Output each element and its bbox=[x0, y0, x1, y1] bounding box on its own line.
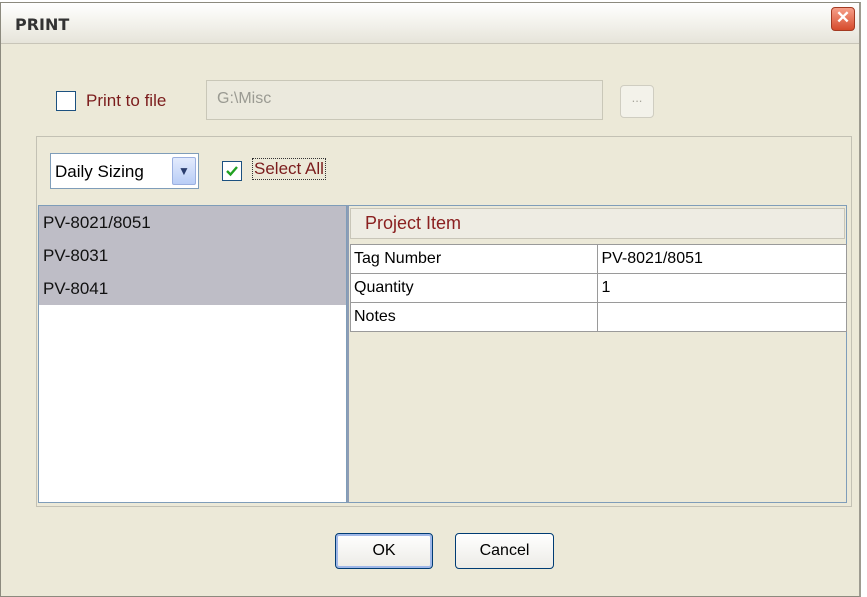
print-to-file-label[interactable]: Print to file bbox=[86, 91, 166, 111]
property-value[interactable] bbox=[597, 302, 847, 332]
property-row-notes: Notes bbox=[349, 302, 847, 332]
select-all-label[interactable]: Select All bbox=[252, 158, 326, 180]
property-row-tag-number: Tag Number PV-8021/8051 bbox=[349, 244, 847, 274]
select-all-checkbox[interactable] bbox=[222, 161, 242, 181]
chevron-down-icon[interactable]: ▼ bbox=[172, 157, 196, 185]
ok-button[interactable]: OK bbox=[335, 533, 433, 569]
property-name: Notes bbox=[349, 302, 599, 332]
property-value[interactable]: 1 bbox=[597, 273, 847, 303]
dialog-title: PRINT bbox=[15, 15, 70, 34]
property-panel-title: Project Item bbox=[350, 208, 845, 239]
report-type-select[interactable]: Daily Sizing ▼ bbox=[50, 153, 199, 189]
check-icon bbox=[226, 166, 238, 177]
property-row-quantity: Quantity 1 bbox=[349, 273, 847, 303]
title-bar: PRINT ✕ bbox=[1, 3, 859, 44]
list-item[interactable]: PV-8031 bbox=[39, 239, 346, 272]
close-icon[interactable]: ✕ bbox=[831, 7, 855, 31]
cancel-button[interactable]: Cancel bbox=[455, 533, 554, 569]
print-dialog: PRINT ✕ Print to file G:\Misc ... Daily … bbox=[0, 0, 867, 597]
property-grid: Tag Number PV-8021/8051 Quantity 1 Notes bbox=[349, 244, 847, 332]
print-to-file-checkbox[interactable] bbox=[56, 91, 76, 111]
property-panel: Project Item Tag Number PV-8021/8051 Qua… bbox=[347, 205, 847, 503]
property-name: Quantity bbox=[349, 273, 599, 303]
report-type-value: Daily Sizing bbox=[55, 162, 144, 181]
property-name: Tag Number bbox=[349, 244, 599, 274]
item-list[interactable]: PV-8021/8051 PV-8031 PV-8041 bbox=[38, 205, 347, 503]
file-path-input[interactable]: G:\Misc bbox=[206, 80, 603, 120]
list-item[interactable]: PV-8041 bbox=[39, 272, 346, 305]
list-item[interactable]: PV-8021/8051 bbox=[39, 206, 346, 239]
browse-button[interactable]: ... bbox=[620, 85, 654, 118]
property-value[interactable]: PV-8021/8051 bbox=[597, 244, 847, 274]
